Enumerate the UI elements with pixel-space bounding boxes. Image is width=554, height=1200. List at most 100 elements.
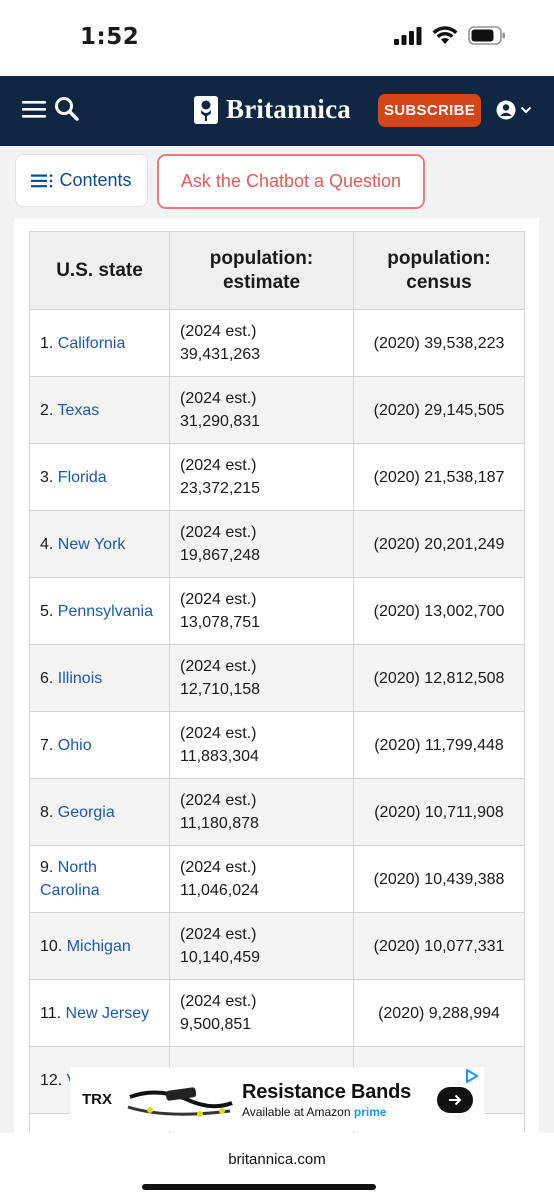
estimate-value: 11,046,024 <box>180 882 259 899</box>
state-cell: 8. Georgia <box>29 778 170 846</box>
home-indicator[interactable] <box>142 1184 376 1190</box>
subscribe-button[interactable]: SUBSCRIBE <box>378 94 481 127</box>
url-label[interactable]: britannica.com <box>0 1151 554 1168</box>
census-cell: (2020) 11,799,448 <box>353 711 525 779</box>
table-header-row: U.S. state population: estimate populati… <box>29 231 525 310</box>
state-link[interactable]: California <box>58 335 126 352</box>
thistle-logo-icon <box>194 95 218 124</box>
site-header: Britannica SUBSCRIBE <box>0 76 554 146</box>
search-icon[interactable] <box>54 96 80 122</box>
census-cell: (2020) 13,002,700 <box>353 577 525 645</box>
table-row: 5. Pennsylvania (2024 est.) 13,078,751 (202… <box>29 577 525 645</box>
table-row: 6. Illinois (2024 est.) 12,710,158 (2020) 1… <box>29 644 525 712</box>
table-row: 4. New York (2024 est.) 19,867,248 (2020) 2… <box>29 510 525 578</box>
estimate-label: (2024 est.) <box>180 323 257 340</box>
table-row: 1. California (2024 est.) 39,431,263 (2020)… <box>29 309 525 377</box>
ad-banner[interactable]: TRX Resistance Bands Available at Amazon… <box>70 1067 484 1131</box>
estimate-cell: (2024 est.) 10,140,459 <box>169 912 354 980</box>
account-menu[interactable] <box>496 100 532 120</box>
table-row: 7. Ohio (2024 est.) 11,883,304 (2020) 11,79… <box>29 711 525 779</box>
state-link[interactable]: Florida <box>58 469 107 486</box>
table-container[interactable]: U.S. state population: estimate populati… <box>14 218 539 1133</box>
cellular-signal-icon <box>394 26 422 45</box>
hamburger-menu-icon[interactable] <box>22 98 48 120</box>
header-census: population: census <box>353 231 525 310</box>
state-rank: 11. <box>40 1004 62 1022</box>
estimate-label: (2024 est.) <box>180 859 257 876</box>
estimate-value: 39,431,263 <box>180 346 261 363</box>
britannica-logo[interactable]: Britannica <box>194 94 351 125</box>
table-row: 10. Michigan (2024 est.) 10,140,459 (2020) … <box>29 912 525 980</box>
estimate-value: 23,372,215 <box>180 480 261 497</box>
table-row: 9. North Carolina (2024 est.) 11,046,024 (2… <box>29 845 525 913</box>
estimate-label: (2024 est.) <box>180 524 257 541</box>
census-cell: (2020) 10,711,908 <box>353 778 525 846</box>
state-link[interactable]: New Jersey <box>66 1005 150 1022</box>
state-cell: 10. Michigan <box>29 912 170 980</box>
table-row: 8. Georgia (2024 est.) 11,180,878 (2020) 10… <box>29 778 525 846</box>
state-cell: 7. Ohio <box>29 711 170 779</box>
browser-footer: britannica.com <box>0 1133 554 1200</box>
article-subnav: Contents Ask the Chatbot a Question <box>0 146 554 218</box>
article-content: U.S. state population: estimate populati… <box>0 218 554 1133</box>
census-cell: (2020) 10,077,331 <box>353 912 525 980</box>
state-rank: 7. <box>40 736 54 754</box>
estimate-label: (2024 est.) <box>180 457 257 474</box>
wifi-icon <box>432 26 458 44</box>
state-link[interactable]: Texas <box>58 402 100 419</box>
estimate-cell: (2024 est.) 12,710,158 <box>169 644 354 712</box>
estimate-label: (2024 est.) <box>180 658 257 675</box>
estimate-cell: (2024 est.) 11,883,304 <box>169 711 354 779</box>
estimate-label: (2024 est.) <box>180 926 257 943</box>
state-population-table: U.S. state population: estimate populati… <box>29 231 525 1133</box>
state-rank: 2. <box>40 401 54 419</box>
estimate-value: 10,140,459 <box>180 949 261 966</box>
state-cell: 2. Texas <box>29 376 170 444</box>
census-cell: (2020) 10,439,388 <box>353 845 525 913</box>
header-estimate: population: estimate <box>169 231 354 310</box>
ask-chatbot-button[interactable]: Ask the Chatbot a Question <box>157 154 425 209</box>
chevron-down-icon <box>520 106 532 114</box>
state-cell: 4. New York <box>29 510 170 578</box>
estimate-value: 11,883,304 <box>180 748 259 765</box>
estimate-label: (2024 est.) <box>180 792 257 809</box>
ad-choices-icon[interactable] <box>465 1069 479 1083</box>
state-cell: 3. Florida <box>29 443 170 511</box>
estimate-cell: (2024 est.) 39,431,263 <box>169 309 354 377</box>
state-rank: 10. <box>40 937 63 955</box>
census-cell: (2020) 12,812,508 <box>353 644 525 712</box>
state-rank: 4. <box>40 535 54 553</box>
status-bar: 1:52 <box>0 0 554 76</box>
estimate-label: (2024 est.) <box>180 591 257 608</box>
estimate-value: 12,710,158 <box>180 681 261 698</box>
estimate-cell: (2024 est.) 23,372,215 <box>169 443 354 511</box>
contents-button[interactable]: Contents <box>15 154 148 207</box>
battery-icon <box>468 26 505 45</box>
contents-label: Contents <box>59 170 132 190</box>
estimate-cell: (2024 est.) 19,867,248 <box>169 510 354 578</box>
state-link[interactable]: Illinois <box>58 670 102 687</box>
census-cell: (2020) 21,538,187 <box>353 443 525 511</box>
estimate-cell: (2024 est.) 13,078,751 <box>169 577 354 645</box>
table-row: 3. Florida (2024 est.) 23,372,215 (2020) 21… <box>29 443 525 511</box>
census-cell: (2020) 39,538,223 <box>353 309 525 377</box>
estimate-value: 9,500,851 <box>180 1016 252 1033</box>
estimate-label: (2024 est.) <box>180 725 257 742</box>
status-time: 1:52 <box>80 24 140 50</box>
estimate-cell: (2024 est.) 11,180,878 <box>169 778 354 846</box>
state-link[interactable]: Ohio <box>58 737 92 754</box>
state-link[interactable]: Michigan <box>67 938 131 955</box>
header-state: U.S. state <box>29 231 170 310</box>
ad-go-button[interactable] <box>437 1087 473 1113</box>
state-cell: 1. California <box>29 309 170 377</box>
state-rank: 6. <box>40 669 54 687</box>
state-rank: 9. <box>40 859 54 876</box>
state-link[interactable]: Georgia <box>58 804 115 821</box>
state-link[interactable]: Pennsylvania <box>58 603 153 620</box>
table-row: 2. Texas (2024 est.) 31,290,831 (2020) 29,1… <box>29 376 525 444</box>
state-link[interactable]: New York <box>58 536 126 553</box>
state-cell: 5. Pennsylvania <box>29 577 170 645</box>
ad-subtitle: Available at Amazon prime <box>242 1105 387 1119</box>
state-cell: 11. New Jersey <box>29 979 170 1047</box>
estimate-value: 19,867,248 <box>180 547 261 564</box>
